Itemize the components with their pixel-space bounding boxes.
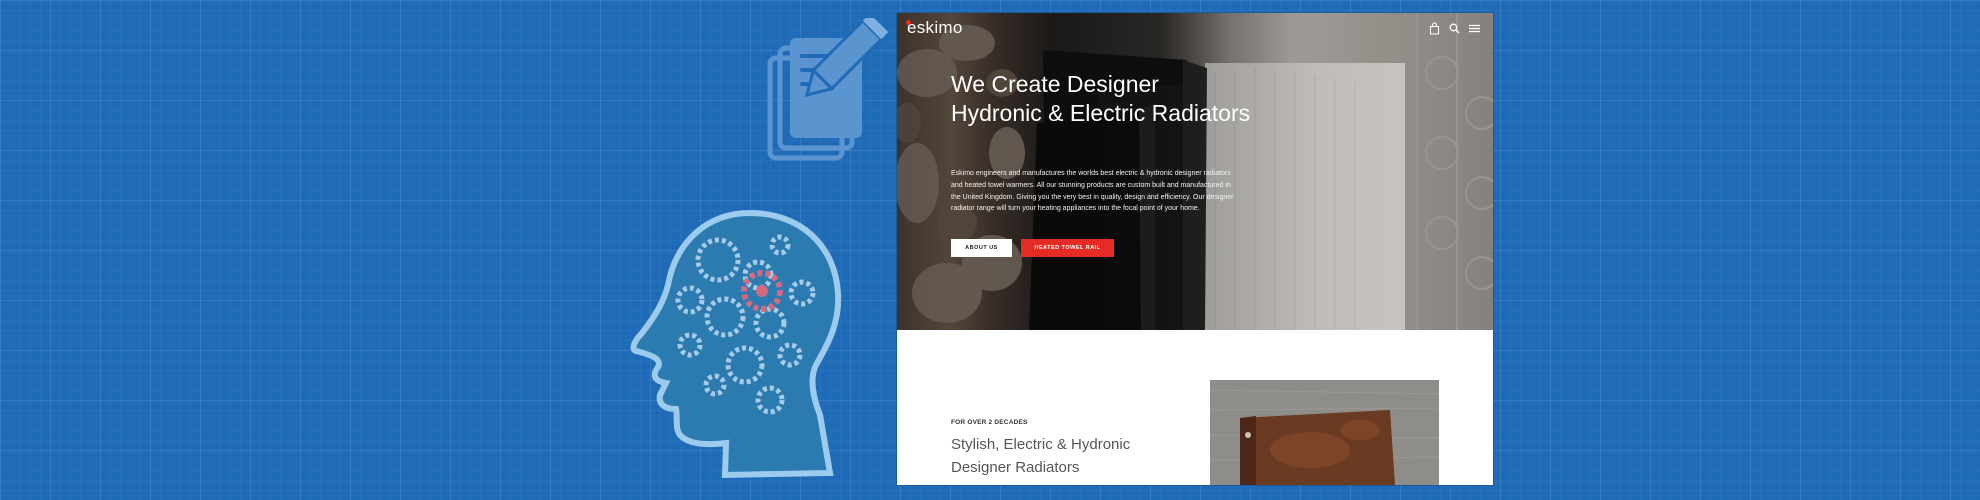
hero-description: Eskimo engineers and manufactures the wo… xyxy=(951,170,1234,213)
section-title: Stylish, Electric & Hydronic Designer Ra… xyxy=(951,436,1131,476)
section-kicker: FOR OVER 2 DECADES xyxy=(951,419,1028,426)
hero-section: eskimo We Create Designer Hydronic & Ele… xyxy=(897,13,1493,330)
radiator-product-image xyxy=(1210,380,1439,485)
about-us-button[interactable]: ABOUT US xyxy=(951,239,1012,257)
head-gears-icon xyxy=(630,209,842,479)
website-screenshot: eskimo We Create Designer Hydronic & Ele… xyxy=(897,13,1493,485)
site-logo[interactable]: eskimo xyxy=(906,18,963,38)
documents-pencil-icon xyxy=(767,18,889,161)
bag-icon[interactable] xyxy=(1428,22,1441,35)
hero-title: We Create Designer Hydronic & Electric R… xyxy=(951,71,1251,126)
header-nav xyxy=(1428,22,1481,35)
logo-text: eskimo xyxy=(907,18,963,37)
search-icon[interactable] xyxy=(1448,22,1461,35)
copper-radiator-photo xyxy=(1210,380,1439,485)
heated-towel-rail-button[interactable]: HEATED TOWEL RAIL xyxy=(1021,239,1114,257)
logo-dot-icon xyxy=(906,20,911,25)
menu-icon[interactable] xyxy=(1468,22,1481,35)
